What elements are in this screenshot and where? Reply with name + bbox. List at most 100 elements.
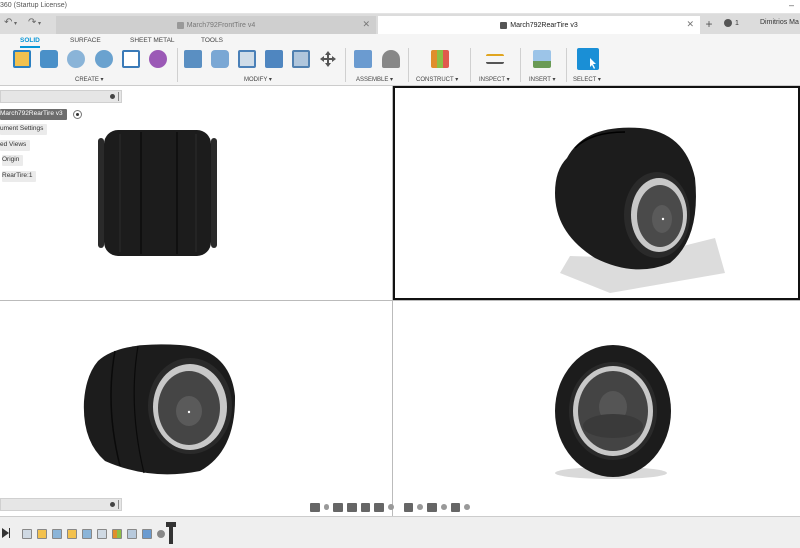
combine-icon[interactable] xyxy=(265,50,283,68)
scale-icon[interactable] xyxy=(292,50,310,68)
timeline-joint-icon[interactable] xyxy=(157,530,165,538)
timeline-sketch-icon[interactable] xyxy=(22,529,32,539)
move-icon[interactable] xyxy=(319,50,337,68)
press-pull-icon[interactable] xyxy=(184,50,202,68)
tab-tools[interactable]: TOOLS xyxy=(201,37,223,44)
revolve-icon[interactable] xyxy=(95,50,113,68)
ribbon-divider xyxy=(470,48,471,82)
grid-settings-icon[interactable] xyxy=(427,502,437,512)
browser-node-document-settings[interactable]: ument Settings xyxy=(0,124,48,135)
toolbar-ribbon: SOLID SURFACE SHEET METAL TOOLS CREATE ▾… xyxy=(0,34,800,86)
comments-panel-header[interactable] xyxy=(0,498,122,511)
zoom-dropdown-icon[interactable] xyxy=(387,504,394,510)
measure-icon[interactable] xyxy=(486,54,504,64)
tab-label: March792FrontTire v4 xyxy=(186,21,256,29)
window-title: 360 (Startup License) xyxy=(0,2,67,9)
orbit-icon[interactable] xyxy=(310,502,320,512)
browser-node-component[interactable]: RearTire:1 xyxy=(2,171,37,182)
browser-root-node[interactable]: March792RearTire v3 xyxy=(0,109,67,120)
create-sketch-icon[interactable] xyxy=(13,50,31,68)
document-icon xyxy=(176,21,184,29)
activate-radio-icon[interactable] xyxy=(73,110,82,119)
timeline-sketch-icon[interactable] xyxy=(37,529,47,539)
ribbon-divider xyxy=(345,48,346,82)
close-tab-icon[interactable]: ✕ xyxy=(686,19,694,30)
look-at-icon[interactable] xyxy=(333,502,344,512)
fusion-window: 360 (Startup License) – ↶ ▾ ↷ ▾ March792… xyxy=(0,0,800,548)
select-cursor-icon[interactable] xyxy=(577,48,599,70)
document-tab-bar: ↶ ▾ ↷ ▾ March792FrontTire v4 ✕ March792R… xyxy=(0,14,800,34)
viewport-perspective[interactable] xyxy=(0,301,392,515)
undo-icon[interactable]: ↶ xyxy=(4,17,12,28)
create-form-icon[interactable] xyxy=(40,50,58,68)
panel-pin-icon[interactable] xyxy=(110,502,115,507)
assemble-group-label[interactable]: ASSEMBLE ▾ xyxy=(356,76,393,83)
viewport-iso[interactable] xyxy=(393,86,800,300)
joint-icon[interactable] xyxy=(382,50,400,68)
timeline-component-icon[interactable] xyxy=(142,529,152,539)
minimize-button[interactable]: – xyxy=(789,0,794,10)
pattern-icon[interactable] xyxy=(149,50,167,68)
display-dropdown-icon[interactable] xyxy=(417,504,424,510)
select-group-label[interactable]: SELECT ▾ xyxy=(573,76,601,83)
timeline-fillet-icon[interactable] xyxy=(97,529,107,539)
extrude-icon[interactable] xyxy=(67,50,85,68)
viewports-dropdown-icon[interactable] xyxy=(464,504,471,510)
play-icon[interactable] xyxy=(2,528,10,538)
redo-dropdown-icon[interactable]: ▾ xyxy=(38,20,41,27)
viewport-divider-vertical[interactable] xyxy=(392,86,393,516)
orbit-dropdown-icon[interactable] xyxy=(323,504,330,510)
viewport-side[interactable] xyxy=(393,301,800,515)
document-icon xyxy=(500,21,508,29)
grid-dropdown-icon[interactable] xyxy=(440,504,447,510)
zoom-icon[interactable] xyxy=(360,502,371,512)
shell-icon[interactable] xyxy=(238,50,256,68)
tab-front-tire[interactable]: March792FrontTire v4 ✕ xyxy=(56,16,376,34)
panel-collapse-handle[interactable] xyxy=(118,500,120,509)
ribbon-divider xyxy=(566,48,567,82)
ribbon-divider xyxy=(520,48,521,82)
job-status[interactable]: 1 xyxy=(724,19,739,27)
ribbon-divider xyxy=(177,48,178,82)
tab-surface[interactable]: SURFACE xyxy=(70,37,101,44)
display-settings-icon[interactable] xyxy=(403,502,414,512)
timeline-pattern-icon[interactable] xyxy=(127,529,137,539)
insert-group-label[interactable]: INSERT ▾ xyxy=(529,76,555,83)
create-group-label[interactable]: CREATE ▾ xyxy=(75,76,104,83)
insert-image-icon[interactable] xyxy=(533,50,551,68)
timeline-extrude-icon[interactable] xyxy=(82,529,92,539)
timeline-sketch-icon[interactable] xyxy=(67,529,77,539)
panel-pin-icon[interactable] xyxy=(110,94,115,99)
ribbon-divider xyxy=(408,48,409,82)
tab-sheet-metal[interactable]: SHEET METAL xyxy=(130,37,175,44)
navigation-bar xyxy=(310,500,471,514)
timeline-marker[interactable] xyxy=(166,522,176,544)
panel-collapse-handle[interactable] xyxy=(118,92,120,101)
new-tab-button[interactable]: + xyxy=(702,17,716,31)
timeline-plane-icon[interactable] xyxy=(112,529,122,539)
new-component-icon[interactable] xyxy=(354,50,372,68)
tab-label: March792RearTire v3 xyxy=(510,21,578,29)
inspect-group-label[interactable]: INSPECT ▾ xyxy=(479,76,510,83)
redo-icon[interactable]: ↷ xyxy=(28,17,36,28)
construct-plane-icon[interactable] xyxy=(431,50,449,68)
browser-node-named-views[interactable]: ed Views xyxy=(0,140,31,151)
viewports-icon[interactable] xyxy=(450,502,461,512)
modify-group-label[interactable]: MODIFY ▾ xyxy=(244,76,272,83)
browser-panel-header[interactable] xyxy=(0,90,122,103)
close-tab-icon[interactable]: ✕ xyxy=(362,19,370,30)
perspective-view-tire xyxy=(83,344,236,475)
browser-node-origin[interactable]: Origin xyxy=(2,155,24,166)
sweep-icon[interactable] xyxy=(122,50,140,68)
user-menu[interactable]: Dimitrios Ma xyxy=(760,19,799,26)
construct-group-label[interactable]: CONSTRUCT ▾ xyxy=(416,76,458,83)
undo-dropdown-icon[interactable]: ▾ xyxy=(14,20,17,27)
timeline-revolve-icon[interactable] xyxy=(52,529,62,539)
fillet-icon[interactable] xyxy=(211,50,229,68)
pan-icon[interactable] xyxy=(347,502,357,512)
viewport-divider-horizontal[interactable] xyxy=(0,300,800,301)
zoom-window-icon[interactable] xyxy=(374,502,384,512)
tab-solid[interactable]: SOLID xyxy=(20,37,40,48)
tab-rear-tire[interactable]: March792RearTire v3 ✕ xyxy=(378,16,700,34)
job-count: 1 xyxy=(735,19,739,27)
